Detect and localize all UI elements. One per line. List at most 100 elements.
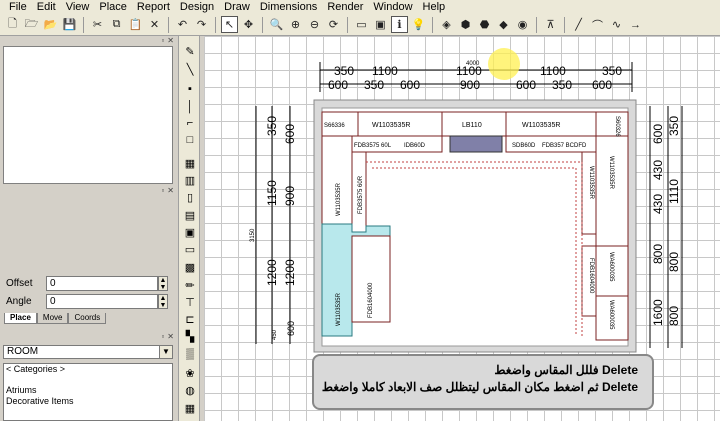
corner-icon[interactable]: ⌐ [183, 116, 197, 130]
menu-draw[interactable]: Draw [219, 0, 255, 14]
rail-icon[interactable]: ⊤ [183, 295, 197, 309]
angle-spinner[interactable]: ▲ ▼ [158, 294, 168, 309]
menu-render[interactable]: Render [322, 0, 368, 14]
folder-icon[interactable]: 📂 [42, 16, 59, 33]
cabinet-label: S60326 [614, 116, 620, 137]
pencil-icon[interactable]: ✏ [183, 278, 197, 292]
vertical-wall-icon[interactable]: │ [183, 100, 197, 114]
dim-label: 900 [460, 78, 480, 92]
paste-icon[interactable]: 📋 [127, 16, 144, 33]
view-2d-icon[interactable]: ▭ [353, 16, 370, 33]
cube-icon[interactable]: ◈ [438, 16, 455, 33]
wall-icon[interactable]: ⊼ [542, 16, 559, 33]
menu-edit[interactable]: Edit [32, 0, 61, 14]
cabinet-label: IDB60D [404, 143, 426, 149]
offset-spinner[interactable]: ▲ ▼ [158, 276, 168, 291]
menu-view[interactable]: View [61, 0, 95, 14]
info-icon[interactable]: ℹ [391, 16, 408, 33]
dim-total-label: 3150 [250, 228, 256, 242]
line-icon[interactable]: ╲ [183, 62, 197, 76]
cabinet-s60326[interactable] [595, 111, 629, 137]
dim-label: 800 [667, 306, 681, 326]
eye-icon[interactable]: ◉ [514, 16, 531, 33]
delete-icon[interactable]: ✕ [146, 16, 163, 33]
cabinet-label: WA600035 [608, 300, 614, 330]
zoom-out-icon[interactable]: ⊖ [306, 16, 323, 33]
tab-coords[interactable]: Coords [68, 313, 107, 324]
categories-header[interactable]: < Categories > [4, 364, 172, 375]
close-icon[interactable]: ✕ [167, 36, 174, 45]
copy-icon[interactable]: ⧉ [108, 16, 125, 33]
line-icon[interactable]: ╱ [570, 16, 587, 33]
cabinet-icon[interactable]: ▥ [183, 173, 197, 187]
cube-icon[interactable]: ⬢ [457, 16, 474, 33]
square-icon[interactable]: □ [183, 133, 197, 147]
arrow-icon[interactable]: → [627, 16, 644, 33]
menu-window[interactable]: Window [368, 0, 417, 14]
cabinet-label: WA600035 [608, 252, 614, 282]
polyline-icon[interactable]: ⌒ [589, 16, 606, 33]
toolbar-separator [432, 16, 433, 33]
floor-icon[interactable]: ▦ [183, 401, 197, 415]
panel-icon[interactable]: ▣ [183, 225, 197, 239]
pin-icon[interactable]: ▫ [161, 186, 164, 195]
window-icon[interactable]: ▤ [183, 208, 197, 222]
view-3d-icon[interactable]: ▣ [372, 16, 389, 33]
zoom-icon[interactable]: 🔍 [268, 16, 285, 33]
cube-icon[interactable]: ◆ [495, 16, 512, 33]
decor-icon[interactable]: ❀ [183, 366, 197, 380]
tab-place[interactable]: Place [4, 313, 37, 324]
list-item[interactable]: Atriums [4, 385, 172, 396]
bracket-icon[interactable]: ⊏ [183, 312, 197, 326]
range-hood[interactable] [449, 135, 503, 153]
menu-design[interactable]: Design [175, 0, 219, 14]
zoom-in-icon[interactable]: ⊕ [287, 16, 304, 33]
checker-icon[interactable]: ▚ [183, 329, 197, 343]
room-select-value: ROOM [7, 346, 39, 357]
close-icon[interactable]: ✕ [167, 332, 174, 341]
arc-icon[interactable]: ∿ [608, 16, 625, 33]
tile-icon[interactable]: ▒ [183, 347, 197, 361]
pin-icon[interactable]: ▫ [161, 36, 164, 45]
dim-label: 1200 [283, 259, 297, 286]
select-icon[interactable]: ↖ [221, 16, 238, 33]
drawing-canvas[interactable]: 350 1100 1100 1100 350 4000 600 350 600 … [204, 36, 720, 421]
dim-label: 1100 [540, 64, 566, 78]
texture-icon[interactable]: ◍ [183, 383, 197, 397]
toolbar-separator [168, 16, 169, 33]
offset-input[interactable]: 0 [46, 276, 158, 291]
light-icon[interactable]: 💡 [410, 16, 427, 33]
menu-help[interactable]: Help [418, 0, 451, 14]
close-icon[interactable]: ✕ [167, 186, 174, 195]
pan-icon[interactable]: ✥ [240, 16, 257, 33]
new-icon[interactable]: 🗋 [4, 16, 21, 33]
draw-wall-icon[interactable]: ✎ [183, 44, 197, 58]
pin-icon[interactable]: ▫ [161, 332, 164, 341]
offset-row: Offset 0 ▲ ▼ [6, 276, 168, 291]
grid-icon[interactable]: ▦ [183, 156, 197, 170]
door-icon[interactable]: ▯ [183, 190, 197, 204]
save-icon[interactable]: 💾 [61, 16, 78, 33]
menu-report[interactable]: Report [132, 0, 175, 14]
dim-label: 1200 [265, 259, 279, 286]
menu-dimensions[interactable]: Dimensions [255, 0, 322, 14]
menu-file[interactable]: File [4, 0, 32, 14]
toolbar-separator [564, 16, 565, 33]
chevron-down-icon[interactable]: ▼ [159, 346, 172, 358]
appliance-icon[interactable]: ▩ [183, 260, 197, 274]
redo-icon[interactable]: ↷ [193, 16, 210, 33]
room-select[interactable]: ROOM ▼ [3, 345, 173, 359]
tab-move[interactable]: Move [36, 313, 69, 324]
point-icon[interactable]: ▪ [183, 82, 197, 96]
cut-icon[interactable]: ✂ [89, 16, 106, 33]
list-item[interactable]: Decorative Items [4, 396, 172, 407]
open-icon[interactable]: 🗁 [23, 16, 40, 33]
angle-input[interactable]: 0 [46, 294, 158, 309]
shelf-icon[interactable]: ▭ [183, 242, 197, 256]
cube-icon[interactable]: ⬣ [476, 16, 493, 33]
cabinet-w1103535r-right[interactable] [595, 135, 629, 247]
menu-place[interactable]: Place [94, 0, 132, 14]
dim-label: 800 [667, 252, 681, 272]
undo-icon[interactable]: ↶ [174, 16, 191, 33]
refresh-icon[interactable]: ⟳ [325, 16, 342, 33]
